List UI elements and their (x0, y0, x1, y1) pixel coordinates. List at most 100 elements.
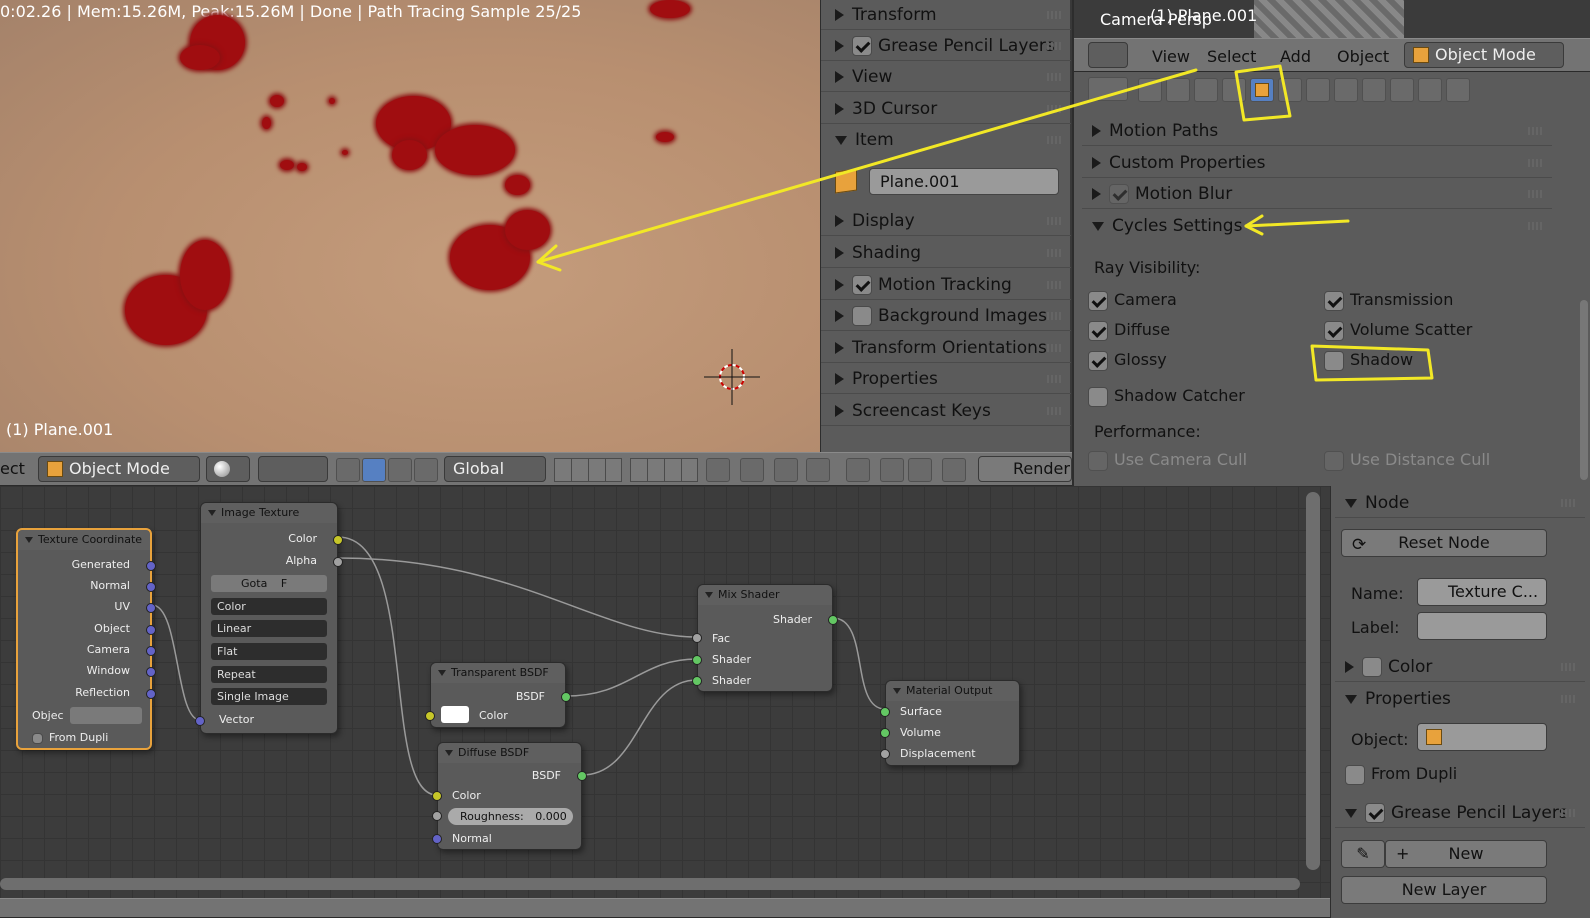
editor-type-select[interactable] (1088, 42, 1128, 68)
camera-visibility[interactable]: Camera (1088, 290, 1177, 311)
socket[interactable] (432, 811, 442, 821)
socket[interactable] (692, 676, 702, 686)
panel-view[interactable]: View (821, 62, 1071, 92)
render-button[interactable]: Render (978, 456, 1072, 482)
props-scrollbar[interactable] (1580, 300, 1588, 480)
tab-layers-icon[interactable] (1166, 78, 1190, 102)
socket[interactable] (146, 603, 156, 613)
diffuse-visibility[interactable]: Diffuse (1088, 320, 1170, 341)
socket[interactable] (146, 625, 156, 635)
node-name-field[interactable]: Texture C... (1417, 578, 1547, 606)
item-name-field[interactable]: Plane.001 (869, 168, 1059, 195)
3d-viewport[interactable]: 0:02.26 | Mem:15.26M, Peak:15.26M | Done… (0, 0, 820, 452)
node-label-field[interactable] (1417, 612, 1547, 640)
manipulator-icon[interactable] (336, 458, 360, 482)
socket[interactable] (195, 716, 205, 726)
panel-grease-pencil-layers[interactable]: Grease Pencil Layers (1335, 798, 1585, 828)
node-vertical-scrollbar[interactable] (1306, 492, 1320, 870)
color-swatch[interactable] (441, 706, 469, 723)
panel-transform-orientations[interactable]: Transform Orientations (821, 333, 1071, 363)
tab-texture-icon[interactable] (1390, 78, 1414, 102)
layer-lock-icon[interactable] (706, 458, 730, 482)
opengl-anim-icon[interactable] (908, 458, 932, 482)
menu-object[interactable]: Object (1337, 47, 1389, 66)
socket[interactable] (692, 633, 702, 643)
panel-motion-tracking[interactable]: Motion Tracking (821, 270, 1071, 300)
tab-modifiers-icon[interactable] (1306, 78, 1330, 102)
rotate-icon[interactable] (388, 458, 412, 482)
panel-properties[interactable]: Properties (821, 364, 1071, 394)
socket[interactable] (333, 535, 343, 545)
socket[interactable] (880, 707, 890, 717)
proportional-edit-icon[interactable] (740, 458, 764, 482)
snap-element-icon[interactable] (846, 458, 870, 482)
transmission-visibility[interactable]: Transmission (1324, 290, 1453, 311)
panel-grease-pencil[interactable]: Grease Pencil Layers (821, 31, 1071, 61)
projection-select[interactable]: Flat (211, 643, 327, 660)
orientation-select[interactable]: Global (444, 456, 546, 482)
pause-icon[interactable] (942, 458, 966, 482)
from-dupli-toggle[interactable]: From Dupli (32, 731, 108, 744)
material-output-node[interactable]: Material Output Surface Volume Displacem… (880, 680, 1020, 766)
panel-transform[interactable]: Transform (821, 0, 1071, 30)
socket[interactable] (880, 749, 890, 759)
glossy-visibility[interactable]: Glossy (1088, 350, 1167, 371)
image-texture-node[interactable]: Image Texture Color Alpha Gota F Color L… (195, 502, 343, 734)
image-selector[interactable]: Gota F (211, 575, 327, 592)
socket[interactable] (561, 692, 571, 702)
socket[interactable] (146, 667, 156, 677)
extension-select[interactable]: Repeat (211, 666, 327, 683)
context-pin-icon[interactable] (1088, 77, 1128, 101)
panel-cycles-settings[interactable]: Cycles Settings (1082, 211, 1552, 241)
reset-node-button[interactable]: ⟳ Reset Node (1341, 529, 1547, 557)
mode-select[interactable]: Object Mode (38, 456, 200, 482)
tab-data-icon[interactable] (1334, 78, 1358, 102)
diffuse-bsdf-node[interactable]: Diffuse BSDF BSDF Color Roughness: 0.000… (432, 742, 587, 850)
gp-checkbox[interactable] (1365, 803, 1385, 823)
shadow-catcher-toggle[interactable]: Shadow Catcher (1088, 386, 1245, 407)
opengl-render-icon[interactable] (880, 458, 904, 482)
motion-tracking-checkbox[interactable] (852, 275, 872, 295)
menu-view[interactable]: View (1152, 47, 1190, 66)
socket[interactable] (146, 689, 156, 699)
panel-color[interactable]: Color (1335, 652, 1585, 682)
tab-particles-icon[interactable] (1418, 78, 1442, 102)
volume-scatter-visibility[interactable]: Volume Scatter (1324, 320, 1472, 341)
panel-custom-properties[interactable]: Custom Properties (1082, 148, 1552, 178)
texture-coordinate-node[interactable]: Texture Coordinate Generated Normal UV O… (16, 528, 156, 750)
panel-motion-paths[interactable]: Motion Paths (1082, 116, 1552, 146)
shading-select[interactable] (206, 456, 250, 482)
color-checkbox[interactable] (1362, 657, 1382, 677)
grease-pencil-checkbox[interactable] (852, 36, 872, 56)
snap-target-icon[interactable] (806, 458, 830, 482)
tab-world-icon[interactable] (1222, 78, 1246, 102)
object-picker-field[interactable] (1417, 723, 1547, 751)
tab-material-icon[interactable] (1362, 78, 1386, 102)
panel-screencast-keys[interactable]: Screencast Keys (821, 396, 1071, 426)
socket[interactable] (425, 711, 435, 721)
tab-render-icon[interactable] (1138, 78, 1162, 102)
tab-constraints-icon[interactable] (1278, 78, 1302, 102)
props-mode-select[interactable]: Object Mode (1404, 42, 1564, 68)
panel-background-images[interactable]: Background Images (821, 301, 1071, 331)
new-layer-button[interactable]: New Layer (1341, 876, 1547, 904)
motion-blur-checkbox[interactable] (1109, 184, 1129, 204)
socket[interactable] (146, 646, 156, 656)
socket[interactable] (432, 834, 442, 844)
object-field[interactable] (70, 707, 142, 724)
socket[interactable] (880, 728, 890, 738)
from-dupli-toggle[interactable]: From Dupli (1345, 764, 1457, 785)
socket[interactable] (333, 557, 343, 567)
tab-physics-icon[interactable] (1446, 78, 1470, 102)
mix-shader-node[interactable]: Mix Shader Shader Fac Shader Shader (692, 584, 838, 692)
scale-icon[interactable] (414, 458, 438, 482)
tab-object-icon[interactable] (1250, 78, 1274, 102)
layers-2-grid[interactable] (630, 458, 698, 482)
source-select[interactable]: Single Image (211, 688, 327, 705)
panel-motion-blur[interactable]: Motion Blur (1082, 179, 1552, 209)
use-distance-cull-toggle[interactable]: Use Distance Cull (1324, 450, 1490, 471)
use-camera-cull-toggle[interactable]: Use Camera Cull (1088, 450, 1247, 471)
node-editor[interactable]: Texture Coordinate Generated Normal UV O… (0, 486, 1330, 918)
node-horizontal-scrollbar[interactable] (0, 878, 1300, 890)
panel-3d-cursor[interactable]: 3D Cursor (821, 94, 1071, 124)
